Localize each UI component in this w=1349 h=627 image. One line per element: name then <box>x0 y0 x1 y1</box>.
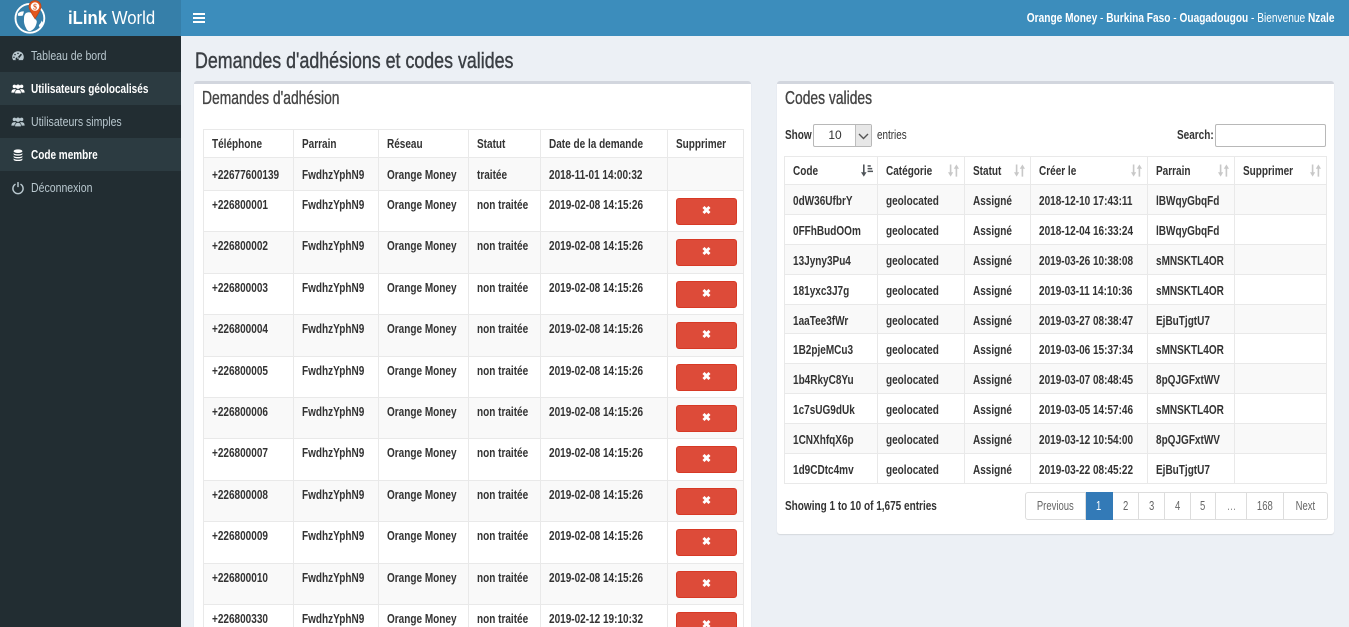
svg-text:$: $ <box>33 3 37 12</box>
